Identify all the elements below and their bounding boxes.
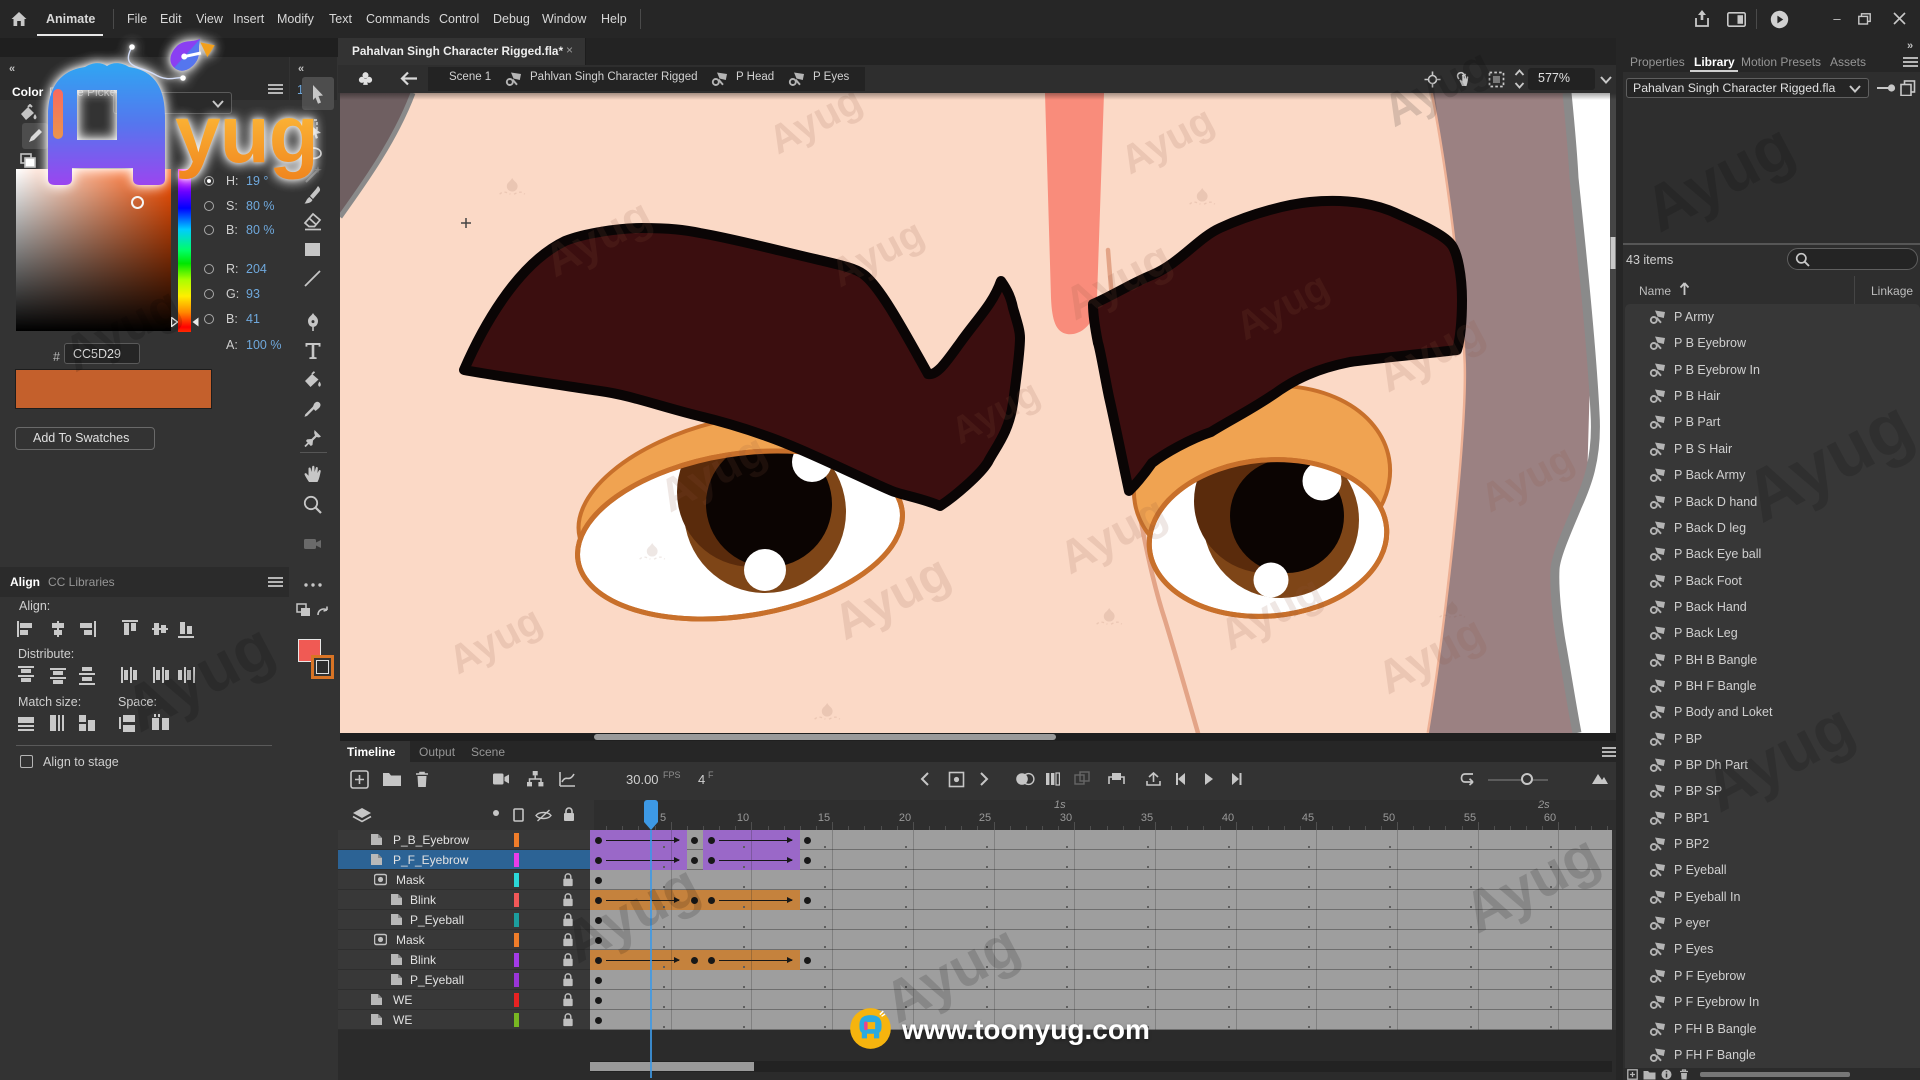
svg-text:yug: yug <box>175 89 318 180</box>
